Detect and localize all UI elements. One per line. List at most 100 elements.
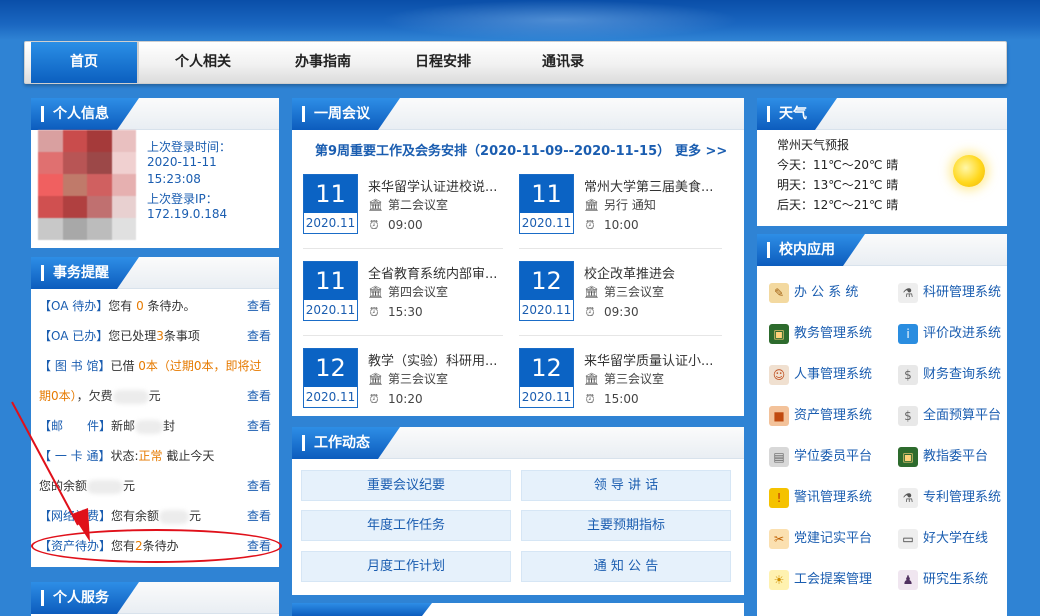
- meeting-place: 🏛︎ 第三会议室: [584, 372, 665, 386]
- meeting-item[interactable]: 12 2020.11 教学（实验）科研用... 🏛︎ 第三会议室 ⏰︎ 10:20: [303, 348, 513, 430]
- meeting-time: ⏰︎ 09:30: [585, 305, 639, 319]
- last-ip-value: 172.19.0.184: [147, 207, 228, 221]
- view-link[interactable]: 查看: [247, 321, 271, 351]
- app-link[interactable]: i 评价改进系统: [898, 323, 1001, 345]
- weather-tomorrow: 明天：13℃～21℃ 晴: [777, 178, 899, 192]
- nav-tab-contacts[interactable]: 通讯录: [513, 42, 613, 83]
- app-link[interactable]: ⚗ 科研管理系统: [898, 282, 1001, 304]
- meeting-month: 2020.11: [521, 303, 572, 317]
- people-icon: ☺: [769, 364, 789, 385]
- meeting-month: 2020.11: [305, 216, 356, 230]
- app-link[interactable]: ⚗ 专利管理系统: [898, 487, 1001, 509]
- meeting-place: 🏛︎ 第三会议室: [584, 285, 665, 299]
- divider: [519, 248, 722, 249]
- meetings-headline[interactable]: 第9周重要工作及会务安排（2020-11-09--2020-11-15）: [315, 140, 670, 159]
- view-link[interactable]: 查看: [247, 471, 271, 501]
- services-title: 个人服务: [31, 582, 139, 614]
- sunny-icon: [953, 155, 985, 187]
- microscope-icon: ⚗: [898, 282, 918, 303]
- app-link[interactable]: ☀ 工会提案管理: [769, 569, 872, 591]
- app-link[interactable]: ! 警讯管理系统: [769, 487, 872, 509]
- view-link[interactable]: 查看: [247, 291, 271, 321]
- app-link[interactable]: ☺ 人事管理系统: [769, 364, 872, 386]
- meeting-month: 2020.11: [305, 303, 356, 317]
- meeting-day: 12: [304, 349, 357, 387]
- meetings-title: 一周会议: [292, 98, 400, 130]
- meeting-time: ⏰︎ 15:00: [585, 392, 639, 406]
- meeting-month: 2020.11: [521, 216, 572, 230]
- nav-tab-schedule[interactable]: 日程安排: [393, 42, 493, 83]
- app-link[interactable]: ▣ 教务管理系统: [769, 323, 872, 345]
- apps-title: 校内应用: [757, 234, 865, 266]
- header-banner: [0, 0, 1040, 40]
- view-link[interactable]: 查看: [247, 501, 271, 531]
- building-icon: 🏛︎: [584, 285, 600, 299]
- meeting-date: 12 2020.11: [519, 348, 574, 408]
- building-icon: 🏛︎: [368, 198, 384, 212]
- graduate-icon: ♟: [898, 569, 918, 590]
- meeting-month: 2020.11: [521, 390, 572, 404]
- annotation-arrow: [11, 401, 90, 542]
- weather-today: 今天：11℃～20℃ 晴: [777, 158, 899, 172]
- work-monthly-plan-button[interactable]: 月度工作计划: [301, 551, 511, 582]
- meeting-place: 🏛︎ 第二会议室: [368, 198, 449, 212]
- meeting-title[interactable]: 教学（实验）科研用...: [368, 350, 508, 369]
- app-link[interactable]: ▭ 好大学在线: [898, 528, 988, 550]
- tools-icon: ✂: [769, 528, 789, 549]
- meeting-date: 12 2020.11: [519, 261, 574, 321]
- meetings-more-link[interactable]: 更多 >>: [675, 140, 727, 159]
- view-link[interactable]: 查看: [247, 381, 271, 411]
- meeting-month: 2020.11: [305, 390, 356, 404]
- meeting-title[interactable]: 来华留学质量认证小...: [584, 350, 724, 369]
- building-icon: 🏛︎: [368, 372, 384, 386]
- app-link[interactable]: $ 财务查询系统: [898, 364, 1001, 386]
- services-panel: 个人服务: [31, 582, 279, 616]
- meeting-title[interactable]: 常州大学第三届美食...: [584, 176, 724, 195]
- meeting-date: 12 2020.11: [303, 348, 358, 408]
- meeting-title[interactable]: 全省教育系统内部审...: [368, 263, 508, 282]
- meeting-place: 🏛︎ 第四会议室: [368, 285, 449, 299]
- divider: [303, 335, 503, 336]
- bulb-icon: ☀: [769, 569, 789, 590]
- app-link[interactable]: ♟ 研究生系统: [898, 569, 988, 591]
- work-meeting-minutes-button[interactable]: 重要会议纪要: [301, 470, 511, 501]
- meeting-item[interactable]: 12 2020.11 校企改革推进会 🏛︎ 第三会议室 ⏰︎ 09:30: [519, 261, 729, 343]
- reminders-title: 事务提醒: [31, 257, 139, 289]
- box-icon: ■: [769, 405, 789, 426]
- weather-title: 天气: [757, 98, 837, 130]
- reminder-library: 【 图 书 馆】已借 0本（过期0本，即将过: [39, 359, 262, 373]
- work-annual-tasks-button[interactable]: 年度工作任务: [301, 510, 511, 541]
- clock-icon: ⏰︎: [585, 305, 595, 319]
- app-link[interactable]: $ 全面预算平台: [898, 405, 1001, 427]
- app-link[interactable]: ✎ 办 公 系 统: [769, 282, 858, 304]
- main-nav: 首页 个人相关 办事指南 日程安排 通讯录: [24, 41, 1007, 84]
- meeting-item[interactable]: 11 2020.11 来华留学认证进校说... 🏛︎ 第二会议室 ⏰︎ 09:00: [303, 174, 513, 256]
- meeting-day: 12: [520, 262, 573, 300]
- meeting-item[interactable]: 11 2020.11 全省教育系统内部审... 🏛︎ 第四会议室 ⏰︎ 15:30: [303, 261, 513, 343]
- view-link[interactable]: 查看: [247, 411, 271, 441]
- nav-tab-personal[interactable]: 个人相关: [153, 42, 253, 83]
- reminder-oa-done: 【OA 已办】您已处理3条事项 查看: [39, 321, 271, 351]
- weather-city: 常州天气预报: [777, 138, 850, 152]
- app-link[interactable]: ■ 资产管理系统: [769, 405, 872, 427]
- nav-tab-home[interactable]: 首页: [31, 42, 139, 83]
- work-expected-indicators-button[interactable]: 主要预期指标: [521, 510, 731, 541]
- money-bag-icon: $: [898, 364, 918, 385]
- work-leader-speech-button[interactable]: 领 导 讲 话: [521, 470, 731, 501]
- work-notices-button[interactable]: 通 知 公 告: [521, 551, 731, 582]
- meeting-item[interactable]: 11 2020.11 常州大学第三届美食... 🏛︎ 另行 通知 ⏰︎ 10:00: [519, 174, 729, 256]
- meeting-time: ⏰︎ 15:30: [369, 305, 423, 319]
- app-link[interactable]: ▣ 教指委平台: [898, 446, 988, 468]
- meeting-day: 11: [304, 262, 357, 300]
- nav-tab-guide[interactable]: 办事指南: [273, 42, 373, 83]
- meeting-title[interactable]: 来华留学认证进校说...: [368, 176, 508, 195]
- app-link[interactable]: ✂ 党建记实平台: [769, 528, 872, 550]
- meeting-place: 🏛︎ 另行 通知: [584, 198, 656, 212]
- last-ip-label: 上次登录IP：: [147, 192, 218, 206]
- meeting-title[interactable]: 校企改革推进会: [584, 263, 724, 282]
- divider: [303, 248, 503, 249]
- monitor-icon: ▭: [898, 528, 918, 549]
- app-link[interactable]: ▤ 学位委员平台: [769, 446, 872, 468]
- clock-icon: ⏰︎: [369, 305, 379, 319]
- meeting-item[interactable]: 12 2020.11 来华留学质量认证小... 🏛︎ 第三会议室 ⏰︎ 15:00: [519, 348, 729, 430]
